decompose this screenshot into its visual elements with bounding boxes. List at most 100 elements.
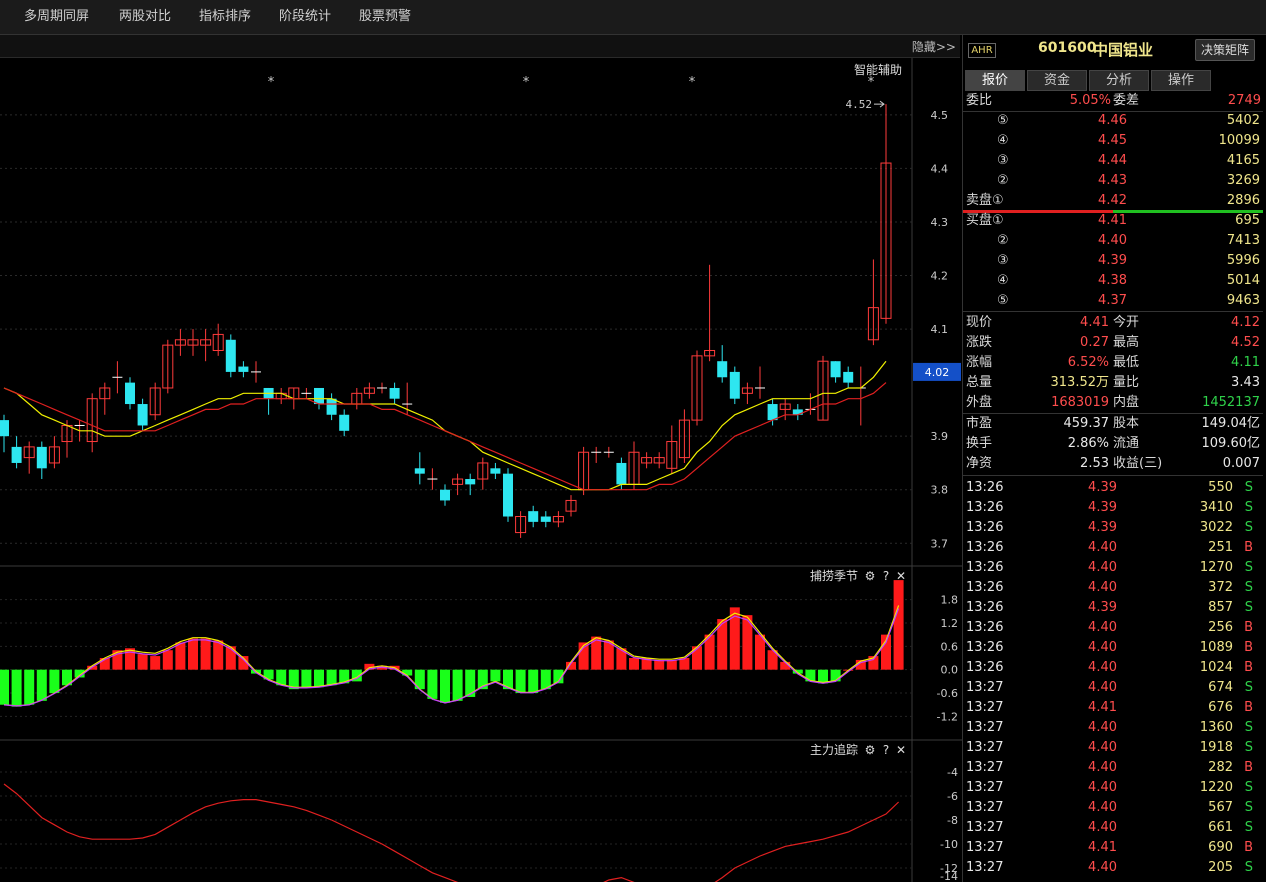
- tick-row[interactable]: 13:26 4.39 550 S: [963, 478, 1263, 498]
- tick-price: 4.40: [1088, 620, 1117, 635]
- fundamental-label: 流通: [1113, 436, 1140, 451]
- quote-label: 今开: [1113, 315, 1140, 330]
- tick-row[interactable]: 13:26 4.40 1024 B: [963, 658, 1263, 678]
- kline-chart-area[interactable]: 4.54.44.34.24.13.93.83.74.02* * * *智能辅助4.52…: [0, 58, 962, 882]
- tick-row[interactable]: 13:27 4.40 567 S: [963, 798, 1263, 818]
- tick-row[interactable]: 13:27 4.40 282 B: [963, 758, 1263, 778]
- tick-row[interactable]: 13:26 4.39 3410 S: [963, 498, 1263, 518]
- fundamental-label: 市盈: [966, 416, 993, 431]
- bid-volume: 7413: [1226, 233, 1260, 248]
- tab-analysis[interactable]: 分析: [1089, 70, 1149, 91]
- indicator-bar: [137, 654, 148, 670]
- tick-volume: 690: [1208, 840, 1233, 855]
- close-icon[interactable]: ✕: [896, 743, 906, 757]
- indicator-bar: [893, 580, 904, 670]
- fundamental-value: 2.86%: [1067, 436, 1109, 451]
- indicator-bar: [515, 669, 526, 694]
- indicator-bar: [49, 669, 60, 694]
- tick-price: 4.40: [1088, 760, 1117, 775]
- bid-row: ④ 4.38 5014: [963, 271, 1263, 291]
- y-tick-label: -8: [947, 814, 958, 827]
- candle-down: [729, 371, 740, 399]
- weibi-value: 5.05%: [1069, 93, 1111, 108]
- close-icon[interactable]: ✕: [896, 569, 906, 583]
- chart-header-bar: 隐藏>>: [0, 35, 960, 58]
- indicator-bar: [528, 669, 539, 694]
- tick-row[interactable]: 13:26 4.40 372 S: [963, 578, 1263, 598]
- tick-price: 4.39: [1088, 520, 1117, 535]
- tick-row[interactable]: 13:26 4.40 251 B: [963, 538, 1263, 558]
- candle-down: [339, 414, 350, 431]
- tick-price: 4.40: [1088, 800, 1117, 815]
- help-icon[interactable]: ?: [883, 743, 889, 757]
- tick-side: B: [1244, 640, 1253, 655]
- y-tick-label: 4.2: [931, 270, 949, 283]
- tick-time: 13:26: [966, 620, 1004, 635]
- separator: [963, 475, 1263, 476]
- indicator-bar: [490, 669, 501, 682]
- y-tick-label: -1.2: [937, 710, 958, 723]
- candle-down: [414, 468, 425, 474]
- tick-side: S: [1244, 780, 1253, 795]
- star-mark: *: [868, 75, 875, 90]
- bid-level: ②: [997, 233, 1009, 248]
- tick-row[interactable]: 13:27 4.41 676 B: [963, 698, 1263, 718]
- indicator-bar: [452, 669, 463, 701]
- indicator2-name: 主力追踪: [810, 742, 858, 757]
- tick-row[interactable]: 13:26 4.40 1270 S: [963, 558, 1263, 578]
- hide-button[interactable]: 隐藏>>: [912, 38, 956, 55]
- tab-period-stats[interactable]: 阶段统计: [279, 0, 331, 34]
- tick-side: B: [1244, 700, 1253, 715]
- tick-price: 4.39: [1088, 600, 1117, 615]
- tick-price: 4.40: [1088, 580, 1117, 595]
- quote-value: 3.43: [1231, 375, 1260, 390]
- tick-row[interactable]: 13:27 4.40 1220 S: [963, 778, 1263, 798]
- tick-time: 13:27: [966, 860, 1004, 875]
- fundamental-label: 股本: [1113, 416, 1140, 431]
- tick-row[interactable]: 13:27 4.40 674 S: [963, 678, 1263, 698]
- tick-row[interactable]: 13:27 4.40 1360 S: [963, 718, 1263, 738]
- candle-down: [440, 489, 450, 501]
- tick-time: 13:27: [966, 740, 1004, 755]
- ask-level: 卖盘①: [966, 193, 1004, 208]
- indicator-bar: [440, 669, 450, 703]
- fundamental-label: 收益(三): [1113, 456, 1163, 471]
- tick-row[interactable]: 13:27 4.40 1918 S: [963, 738, 1263, 758]
- ahr-badge[interactable]: AHR: [968, 43, 996, 58]
- tick-row[interactable]: 13:27 4.40 205 S: [963, 858, 1263, 878]
- ask-price: 4.44: [1098, 153, 1127, 168]
- quote-label: 最高: [1113, 335, 1140, 350]
- gear-icon[interactable]: ⚙: [865, 569, 876, 583]
- help-icon[interactable]: ?: [883, 569, 889, 583]
- tab-quote[interactable]: 报价: [965, 70, 1025, 91]
- tick-side: S: [1244, 820, 1253, 835]
- gear-icon[interactable]: ⚙: [865, 743, 876, 757]
- tick-row[interactable]: 13:26 4.40 256 B: [963, 618, 1263, 638]
- tick-row[interactable]: 13:27 4.40 661 S: [963, 818, 1263, 838]
- tab-stock-alert[interactable]: 股票预警: [359, 0, 411, 34]
- tab-indicator-sort[interactable]: 指标排序: [199, 0, 251, 34]
- tick-side: B: [1244, 540, 1253, 555]
- quote-row: 现价 4.41 今开 4.12: [963, 313, 1263, 333]
- tick-row[interactable]: 13:26 4.39 3022 S: [963, 518, 1263, 538]
- current-price-label: 4.02: [925, 366, 950, 379]
- ask-volume: 5402: [1226, 113, 1260, 128]
- fundamental-row: 净资 2.53 收益(三) 0.007: [963, 454, 1263, 474]
- top-toolbar: 多周期同屏 两股对比 指标排序 阶段统计 股票预警: [0, 0, 1266, 35]
- tick-side: S: [1244, 580, 1253, 595]
- tick-row[interactable]: 13:26 4.39 857 S: [963, 598, 1263, 618]
- tab-funds[interactable]: 资金: [1027, 70, 1087, 91]
- tab-operation[interactable]: 操作: [1151, 70, 1211, 91]
- y-tick-label: 4.5: [931, 109, 949, 122]
- decision-matrix-button[interactable]: 决策矩阵: [1195, 39, 1255, 61]
- tick-row[interactable]: 13:27 4.41 690 B: [963, 838, 1263, 858]
- quote-value: 4.11: [1231, 355, 1260, 370]
- tab-multi-period[interactable]: 多周期同屏: [24, 0, 89, 34]
- y-tick-label: -0.6: [937, 687, 958, 700]
- tick-row[interactable]: 13:26 4.40 1089 B: [963, 638, 1263, 658]
- tab-compare-two[interactable]: 两股对比: [119, 0, 171, 34]
- fundamental-value: 149.04亿: [1201, 416, 1261, 431]
- quote-label: 总量: [966, 375, 993, 390]
- candle-down: [465, 479, 476, 485]
- bid-volume: 695: [1235, 213, 1260, 228]
